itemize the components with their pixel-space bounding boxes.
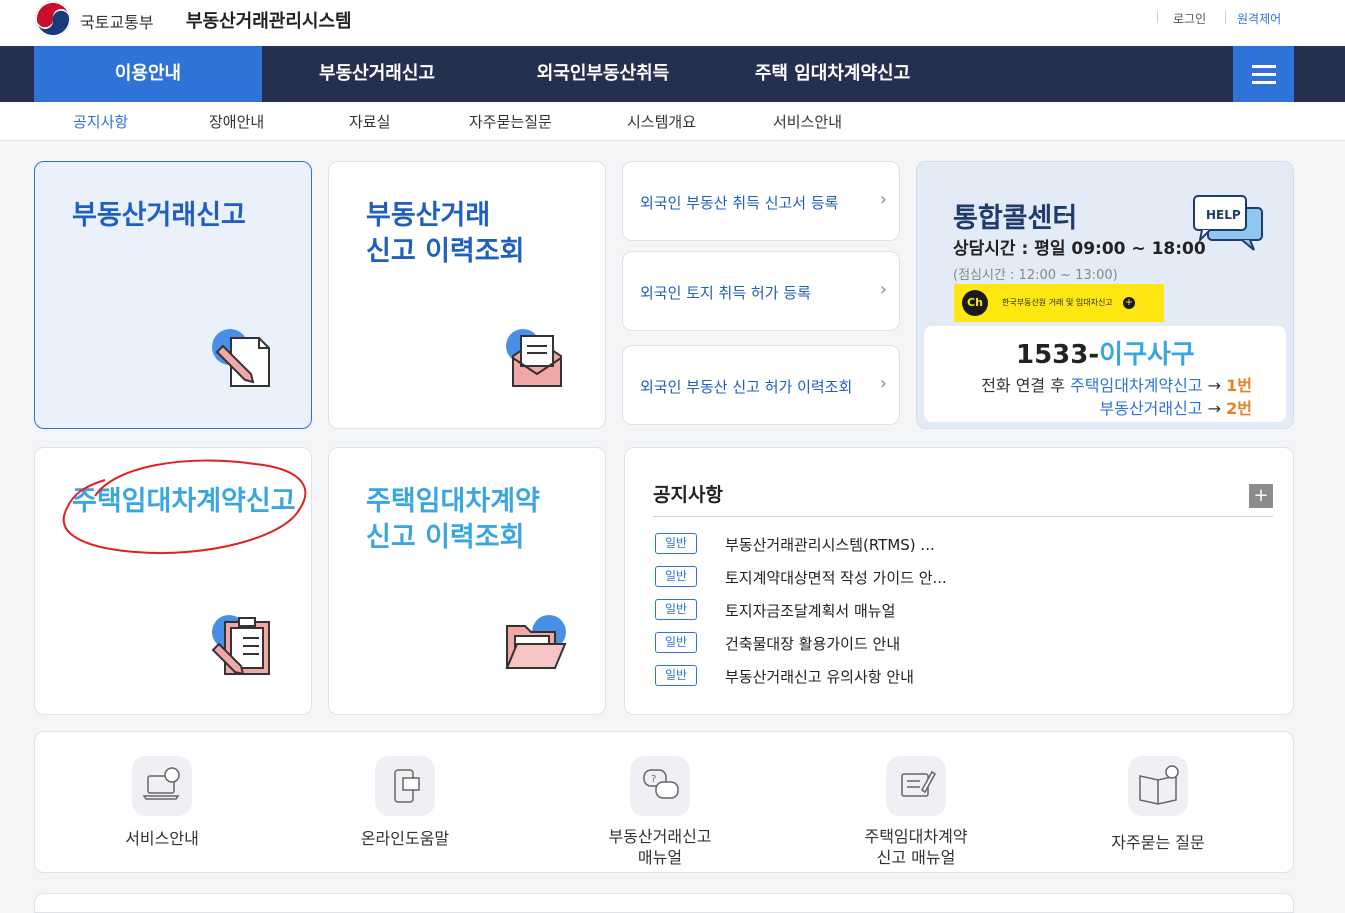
chevron-right-icon: ›: [879, 373, 887, 394]
kakao-channel-logo: Ch: [962, 290, 988, 316]
phone-word: 이구사구: [1099, 340, 1195, 370]
divider: [1157, 11, 1158, 23]
service-label: 자주묻는 질문: [1111, 833, 1205, 852]
foreign-acquisition-register-link[interactable]: 외국인 부동산 취득 신고서 등록 ›: [622, 161, 900, 241]
phone-number-box: 1533-이구사구 전화 연결 후 주택임대차계약신고 → 1번 부동산거래신고…: [924, 326, 1286, 422]
top-header: 국토교통부 부동산거래관리시스템 로그인 원격제어: [0, 0, 1345, 46]
divider: [653, 516, 1273, 517]
remote-control-link[interactable]: 원격제어: [1237, 10, 1281, 27]
notice-title: 공지사항: [653, 484, 723, 506]
report-history-card[interactable]: 부동산거래 신고 이력조회: [328, 161, 606, 429]
edit-document-icon: [886, 756, 946, 816]
government-emblem-icon[interactable]: [34, 0, 72, 38]
phone-option-number: 1번: [1226, 376, 1252, 395]
menu-icon[interactable]: [1233, 46, 1294, 102]
help-label: HELP: [1206, 208, 1241, 222]
service-label: 온라인도움말: [360, 829, 450, 848]
card-title: 부동산거래신고: [72, 200, 246, 231]
category-badge: 일반: [655, 533, 697, 554]
main-navigation: 이용안내 부동산거래신고 외국인부동산취득 주택 임대차계약신고: [0, 46, 1345, 102]
real-estate-report-card[interactable]: 부동산거래신고: [34, 161, 312, 429]
nav-usage-guide[interactable]: 이용안내: [34, 46, 262, 102]
foreign-land-permit-link[interactable]: 외국인 토지 취득 허가 등록 ›: [622, 251, 900, 331]
notice-item-title[interactable]: 토지자금조달계획서 매뉴얼: [725, 600, 895, 621]
service-label: 부동산거래신고 매뉴얼: [570, 826, 750, 868]
notice-item-title[interactable]: 토지계약대상면적 작성 가이드 안...: [725, 567, 947, 588]
phone-option-service: 주택임대차계약신고: [1070, 376, 1203, 395]
card-title-line2: 신고 이력조회: [366, 522, 525, 553]
card-title-line1: 주택임대차계약: [366, 486, 540, 517]
service-label-text: 주택임대차계약 신고 매뉴얼: [864, 827, 968, 867]
card-title-line2: 신고 이력조회: [366, 236, 525, 267]
lease-history-card[interactable]: 주택임대차계약 신고 이력조회: [328, 447, 606, 715]
subnav-system-overview[interactable]: 시스템개요: [627, 111, 696, 132]
service-quick-links: 서비스안내 온라인도움말 ? 부동산거래신고 매뉴얼 주택임대차계약 신고 매뉴…: [34, 731, 1294, 873]
lease-report-card[interactable]: 주택임대차계약신고: [34, 447, 312, 715]
category-badge: 일반: [655, 665, 697, 686]
kakao-channel-button[interactable]: Ch 한국부동산원 거래 및 임대차신고 +: [954, 284, 1164, 322]
subnav-notice[interactable]: 공지사항: [73, 111, 128, 132]
phone-option-2: 부동산거래신고 → 2번: [1100, 395, 1253, 419]
sub-navigation: 공지사항 장애안내 자료실 자주묻는질문 시스템개요 서비스안내: [0, 102, 1345, 141]
service-label-text: 부동산거래신고 매뉴얼: [608, 827, 712, 867]
link-label: 외국인 토지 취득 허가 등록: [640, 284, 811, 302]
card-title-line1: 부동산거래: [366, 200, 491, 231]
arrow-right-icon: →: [1207, 376, 1222, 395]
notice-board: 공지사항 + 일반 부동산거래관리시스템(RTMS) ... 일반 토지계약대상…: [624, 447, 1294, 715]
subnav-faq[interactable]: 자주묻는질문: [469, 111, 552, 132]
call-center-panel: 통합콜센터 상담시간 : 평일 09:00 ~ 18:00 (점심시간 : 12…: [916, 161, 1294, 429]
phone-number[interactable]: 1533-이구사구: [1016, 334, 1195, 371]
category-badge: 일반: [655, 599, 697, 620]
nav-real-estate-report[interactable]: 부동산거래신고: [292, 46, 462, 102]
more-plus-button[interactable]: +: [1249, 484, 1273, 508]
open-book-info-icon: [1128, 756, 1188, 816]
call-center-hours: 상담시간 : 평일 09:00 ~ 18:00: [953, 239, 1206, 259]
chevron-right-icon: ›: [879, 279, 887, 300]
phone-option-number: 2번: [1226, 399, 1252, 418]
notice-item-title[interactable]: 부동산거래신고 유의사항 안내: [725, 666, 914, 687]
divider: [1225, 11, 1226, 23]
kakao-channel-label: 한국부동산원 거래 및 임대차신고: [1002, 298, 1113, 307]
pencil-document-icon: [212, 329, 270, 387]
call-center-title: 통합콜센터: [953, 203, 1078, 234]
nav-foreign-acquisition[interactable]: 외국인부동산취득: [513, 46, 693, 102]
laptop-chat-icon: [132, 756, 192, 816]
plus-circle-icon: +: [1123, 297, 1135, 309]
bottom-panel: [34, 893, 1294, 913]
subnav-service-guide[interactable]: 서비스안내: [773, 111, 842, 132]
category-badge: 일반: [655, 566, 697, 587]
subnav-library[interactable]: 자료실: [349, 111, 390, 132]
subnav-outage[interactable]: 장애안내: [209, 111, 264, 132]
phone-option-1: 전화 연결 후 주택임대차계약신고 → 1번: [981, 372, 1252, 396]
mail-envelope-icon: [506, 329, 562, 387]
clipboard-checklist-icon: [211, 615, 270, 676]
lunch-hours: (점심시간 : 12:00 ~ 13:00): [953, 268, 1118, 283]
link-label: 외국인 부동산 신고 허가 이력조회: [640, 378, 853, 396]
service-label: 서비스안내: [125, 829, 199, 848]
phone-prefix: 1533-: [1016, 340, 1100, 370]
phone-option-prefix: 전화 연결 후: [981, 376, 1065, 395]
system-title[interactable]: 부동산거래관리시스템: [186, 7, 352, 33]
help-speech-bubble-icon: [1193, 195, 1263, 251]
link-label: 외국인 부동산 취득 신고서 등록: [640, 194, 839, 212]
phone-option-service: 부동산거래신고: [1099, 399, 1203, 418]
chevron-right-icon: ›: [879, 189, 887, 210]
notice-item-title[interactable]: 건축물대장 활용가이드 안내: [725, 633, 900, 654]
nav-lease-report[interactable]: 주택 임대차계약신고: [735, 46, 930, 102]
category-badge: 일반: [655, 632, 697, 653]
foreign-report-history-link[interactable]: 외국인 부동산 신고 허가 이력조회 ›: [622, 345, 900, 425]
red-annotation-circle: [62, 459, 307, 555]
svg-text:?: ?: [651, 774, 656, 785]
arrow-right-icon: →: [1207, 399, 1222, 418]
open-folder-icon: [505, 615, 567, 669]
service-label: 주택임대차계약 신고 매뉴얼: [826, 826, 1006, 868]
notice-item-title[interactable]: 부동산거래관리시스템(RTMS) ...: [725, 534, 935, 555]
ministry-name: 국토교통부: [80, 13, 154, 32]
question-chat-icon: ?: [630, 756, 690, 816]
phone-document-icon: [375, 756, 435, 816]
login-link[interactable]: 로그인: [1173, 10, 1206, 27]
